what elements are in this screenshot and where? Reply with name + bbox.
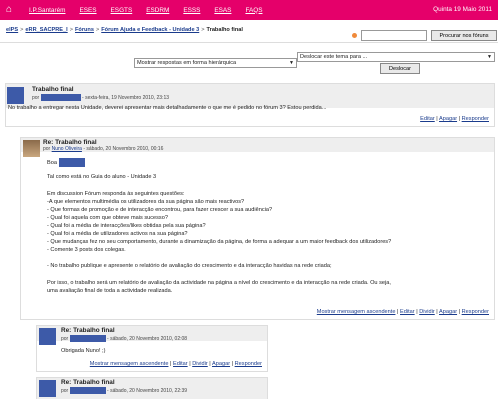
byline-prefix: por — [61, 387, 69, 394]
top-navigation-bar: ⌂ I.P.Santarém ESES ESGTS ESDRM ESSS ESA… — [0, 0, 498, 20]
post-byline: por - sábado, 20 Novembro 2010, 02:08 — [61, 335, 187, 342]
chevron-down-icon: ▼ — [289, 60, 294, 66]
author-name-redacted[interactable] — [69, 387, 106, 394]
split-link[interactable]: Dividir — [192, 361, 208, 367]
author-link[interactable]: Nuno Oliveira — [52, 146, 82, 152]
post-title: Re: Trabalho final — [43, 139, 97, 146]
current-date: Quinta 19 Maio 2011 — [433, 6, 492, 13]
delete-link[interactable]: Apagar — [439, 116, 457, 122]
display-mode-value: Mostrar respostas em forma hierárquica — [137, 60, 237, 66]
post-body-line: - Comente 3 posts dos colegas. — [47, 247, 126, 253]
post-body-line: - Que formas de promoção e de interacção… — [47, 207, 273, 213]
breadcrumb: elPS > eRR_SACPRE_I > Fóruns > Fórum Ajuda e F… — [6, 27, 243, 33]
post-body-line: uma avaliação final de toda a actividade… — [47, 288, 173, 294]
breadcrumb-course[interactable]: eRR_SACPRE_I — [25, 27, 67, 33]
author-name-redacted[interactable] — [40, 94, 81, 101]
post-byline: por - sexta-feira, 19 Novembro 2010, 23:… — [32, 94, 169, 101]
move-button[interactable]: Deslocar — [380, 63, 420, 74]
delete-link[interactable]: Apagar — [439, 309, 457, 315]
search-help-icon[interactable] — [352, 33, 357, 38]
post-body-line: Por isso, o trabalho será um relatório d… — [47, 280, 391, 286]
move-topic-select[interactable]: Deslocar este tema para ... ▼ — [297, 52, 495, 62]
forum-search: Procurar nos fóruns — [352, 30, 497, 41]
split-link[interactable]: Dividir — [419, 309, 435, 315]
nav-link-eses[interactable]: ESES — [79, 7, 96, 14]
reply-link[interactable]: Responder — [462, 116, 489, 122]
breadcrumb-foruns[interactable]: Fóruns — [75, 27, 94, 33]
breadcrumb-separator: > — [69, 27, 73, 33]
breadcrumb-separator: > — [95, 27, 100, 33]
avatar[interactable] — [7, 87, 24, 104]
post-title: Trabalho final — [32, 86, 74, 93]
byline-prefix: por — [32, 94, 40, 101]
forum-post: Trabalho final por - sexta-feira, 19 Nov… — [5, 83, 495, 127]
post-date: - sábado, 20 Novembro 2010, 02:08 — [107, 335, 188, 342]
delete-link[interactable]: Apagar — [212, 361, 230, 367]
reply-link[interactable]: Responder — [235, 361, 262, 367]
edit-link[interactable]: Editar — [400, 309, 415, 315]
post-body-line: - Que mudanças fez no seu comportamento,… — [47, 239, 392, 245]
post-title: Re: Trabalho final — [61, 379, 115, 386]
breadcrumb-elps[interactable]: elPS — [6, 27, 18, 33]
byline-prefix: por — [43, 146, 51, 152]
nav-link-esas[interactable]: ESAS — [214, 7, 231, 14]
nav-link-esss[interactable]: ESSS — [183, 7, 200, 14]
avatar[interactable] — [23, 140, 40, 157]
forum-post: Re: Trabalho final por - sábado, 20 Nove… — [36, 325, 268, 372]
nav-link-esgts[interactable]: ESGTS — [111, 7, 133, 14]
nav-link-esdrm[interactable]: ESDRM — [146, 7, 169, 14]
search-input[interactable] — [361, 30, 427, 41]
avatar[interactable] — [39, 380, 56, 397]
post-commands: Mostrar mensagem ascendente | Editar | D… — [316, 309, 489, 315]
breadcrumb-forum[interactable]: Fórum Ajuda e Feedback - Unidade 3 — [101, 27, 199, 33]
show-parent-link[interactable]: Mostrar mensagem ascendente — [90, 361, 169, 367]
display-mode-select[interactable]: Mostrar respostas em forma hierárquica ▼ — [134, 58, 297, 68]
post-body-line: - Qual foi aquela com que obteve mais su… — [47, 215, 168, 221]
breadcrumb-current: Trabalho final — [206, 27, 243, 33]
move-topic-value: Deslocar este tema para ... — [300, 54, 368, 60]
nav-link-ipsantarem[interactable]: I.P.Santarém — [29, 7, 65, 14]
post-header: Re: Trabalho final por - sábado, 20 Nove… — [37, 378, 267, 399]
search-forums-button[interactable]: Procurar nos fóruns — [431, 30, 497, 41]
post-commands: Editar | Apagar | Responder — [420, 116, 489, 122]
recipient-name-redacted — [58, 158, 85, 167]
home-icon[interactable]: ⌂ — [0, 0, 18, 20]
post-byline: por Nuno Oliveira - sábado, 20 Novembro … — [43, 146, 163, 152]
forum-post: Re: Trabalho final por Nuno Oliveira - s… — [20, 137, 495, 320]
post-header: Re: Trabalho final por - sábado, 20 Nove… — [37, 326, 267, 345]
edit-link[interactable]: Editar — [173, 361, 188, 367]
post-body: Obrigada Nuno! ;) — [61, 348, 106, 354]
post-body-line: - No trabalho publique e apresente o rel… — [47, 263, 332, 269]
post-date: - sábado, 20 Novembro 2010, 22:39 — [107, 387, 188, 394]
author-name-redacted[interactable] — [69, 335, 106, 342]
post-title: Re: Trabalho final — [61, 327, 115, 334]
post-body-line: Em discussion Fórum responda às seguinte… — [47, 191, 185, 197]
post-byline: por - sábado, 20 Novembro 2010, 22:39 — [61, 387, 187, 394]
breadcrumb-separator: > — [20, 27, 24, 33]
post-header: Re: Trabalho final por Nuno Oliveira - s… — [21, 138, 494, 157]
post-body-line: Tal como está no Guia do aluno - Unidade… — [47, 174, 157, 180]
reply-link[interactable]: Responder — [462, 309, 489, 315]
post-greeting: Boa — [47, 158, 85, 167]
post-body-line: -A que elementos multimédia os utilizado… — [47, 199, 245, 205]
post-body-line: - Qual foi a média de interacções/likes … — [47, 223, 206, 229]
post-body-line: - Qual foi a média de utilizadores activ… — [47, 231, 188, 237]
edit-link[interactable]: Editar — [420, 116, 435, 122]
breadcrumb-separator: > — [201, 27, 205, 33]
byline-prefix: por — [61, 335, 69, 342]
show-parent-link[interactable]: Mostrar mensagem ascendente — [317, 309, 396, 315]
avatar[interactable] — [39, 328, 56, 345]
post-date: - sábado, 20 Novembro 2010, 00:16 — [83, 146, 164, 152]
divider — [0, 42, 498, 43]
forum-post: Re: Trabalho final por - sábado, 20 Nove… — [36, 377, 268, 399]
post-date: - sexta-feira, 19 Novembro 2010, 23:13 — [82, 94, 170, 101]
greeting-text: Boa — [47, 159, 57, 166]
post-commands: Mostrar mensagem ascendente | Editar | D… — [89, 361, 262, 367]
nav-link-faqs[interactable]: FAQS — [245, 7, 262, 14]
chevron-down-icon: ▼ — [487, 54, 492, 60]
post-body: No trabalho a entregar nesta Unidade, de… — [8, 105, 327, 111]
